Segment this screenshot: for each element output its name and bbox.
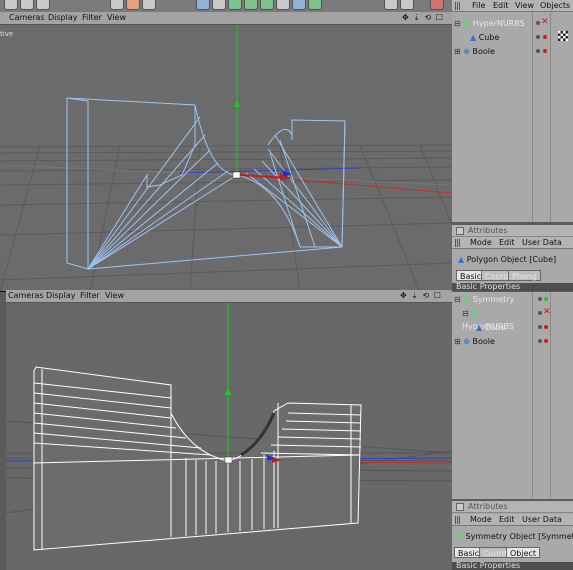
attributes-bottom: Attributes Mode Edit User Data Symmetry …: [452, 501, 573, 570]
section-header: Basic Properties: [452, 562, 573, 570]
checker-tag-icon[interactable]: [558, 31, 568, 41]
object-row-cube[interactable]: ▲ Cube: [470, 31, 532, 44]
boole-icon: ⊕: [463, 47, 470, 56]
editor-visibility-dot[interactable]: [536, 49, 540, 53]
object-row-boole[interactable]: ⊞ ⊕ Boole: [454, 45, 532, 58]
tab-object[interactable]: Object: [506, 547, 541, 558]
nurbs-icon[interactable]: [228, 0, 242, 10]
attributes-object-title: ▲ Polygon Object [Cube]: [458, 255, 557, 264]
texture-mode-icon[interactable]: [126, 0, 140, 10]
disabled-x-icon[interactable]: ✕: [543, 307, 551, 317]
viewport-bottom-menu: Cameras Display Filter View ✥ ⇣ ⟲ ☐: [6, 290, 452, 303]
render-icon[interactable]: [36, 0, 50, 10]
object-label: Boole: [472, 47, 495, 56]
viewport-nav-icons[interactable]: ✥ ⇣ ⟲ ☐: [402, 13, 444, 22]
editor-visibility-dot[interactable]: [538, 339, 542, 343]
render-region-icon[interactable]: [400, 0, 414, 10]
menu-view[interactable]: View: [515, 1, 534, 10]
attributes-header: Attributes: [452, 501, 573, 513]
polygon-object-icon: ▲: [476, 323, 483, 332]
viewport-top-menu: Cameras Display Filter View ✥ ⇣ ⟲ ☐: [0, 12, 452, 25]
menu-edit[interactable]: Edit: [493, 1, 509, 10]
viewport-top[interactable]: tive: [0, 25, 452, 292]
menu-user-data[interactable]: User Data: [522, 515, 562, 524]
spline-icon[interactable]: [212, 0, 226, 10]
object-label: Symmetry: [472, 295, 515, 304]
cube-icon[interactable]: [196, 0, 210, 10]
menu-objects[interactable]: Objects: [540, 1, 570, 10]
editor-visibility-dot[interactable]: [536, 21, 540, 25]
scene-icon[interactable]: [276, 0, 290, 10]
object-row-cube[interactable]: ▲ Cube: [476, 321, 532, 334]
attributes-object-title: Symmetry Object [Symmetry]: [456, 532, 573, 541]
point-mode-icon[interactable]: [142, 0, 156, 10]
viewport-bottom[interactable]: [6, 303, 452, 570]
object-label: Cube: [484, 323, 506, 332]
section-header: Basic Properties: [452, 283, 573, 291]
object-row-hypernurbs[interactable]: ⊟ HyperNURBS: [462, 307, 532, 331]
object-row-symmetry[interactable]: ⊟ Symmetry: [454, 293, 532, 306]
menu-cameras[interactable]: Cameras: [8, 291, 44, 300]
object-manager-top: File Edit View Objects ⊟ HyperNURBS ✕ ▲ …: [452, 0, 573, 222]
menu-view[interactable]: View: [107, 13, 126, 22]
cursor-icon[interactable]: [384, 0, 398, 10]
floor-grid: [0, 144, 452, 292]
editor-visibility-dot[interactable]: [538, 297, 542, 301]
object-row-hypernurbs[interactable]: ⊟ HyperNURBS: [454, 17, 532, 30]
symmetry-icon: [456, 533, 463, 540]
tab-phong[interactable]: Phong: [508, 270, 541, 281]
object-row-boole[interactable]: ⊞ ⊕ Boole: [454, 335, 532, 348]
menu-mode[interactable]: Mode: [470, 515, 492, 524]
nurbs-icon: [471, 310, 479, 317]
menu-filter[interactable]: Filter: [80, 291, 100, 300]
menu-cameras[interactable]: Cameras: [9, 13, 45, 22]
object-manager-bottom: ⊟ Symmetry ⊟ HyperNURBS ✕ ▲ Cube ⊞ ⊕ Boo…: [452, 292, 573, 499]
editor-visibility-dot[interactable]: [538, 325, 542, 329]
deformer-icon[interactable]: [260, 0, 274, 10]
menu-file[interactable]: File: [472, 1, 485, 10]
disabled-x-icon[interactable]: ✕: [541, 17, 549, 27]
object-manager-menu: File Edit View Objects: [452, 0, 573, 12]
attributes-title: Attributes: [468, 502, 508, 511]
nurbs-icon: [463, 20, 471, 27]
redo-icon[interactable]: [20, 0, 34, 10]
attributes-menu: Mode Edit User Data: [452, 237, 573, 249]
attributes-menu: Mode Edit User Data: [452, 514, 573, 526]
render-visibility-dot[interactable]: [543, 35, 547, 39]
render-visibility-dot[interactable]: [544, 339, 548, 343]
polygon-object-icon: ▲: [458, 255, 465, 264]
viewport-bottom-scene: [6, 303, 452, 551]
object-label: Cube: [478, 33, 500, 42]
attributes-title: Attributes: [468, 226, 508, 235]
menu-edit[interactable]: Edit: [499, 238, 515, 247]
viewport-top-scene: [0, 25, 452, 292]
render-visibility-dot[interactable]: [544, 325, 548, 329]
render-view-icon[interactable]: [430, 0, 444, 10]
render-visibility-dot[interactable]: [543, 49, 547, 53]
menu-user-data[interactable]: User Data: [522, 238, 562, 247]
menu-filter[interactable]: Filter: [82, 13, 102, 22]
menu-edit[interactable]: Edit: [499, 515, 515, 524]
enabled-check-dot[interactable]: [544, 297, 548, 301]
object-label: HyperNURBS: [472, 19, 525, 28]
editor-visibility-dot[interactable]: [536, 35, 540, 39]
attributes-top: Attributes Mode Edit User Data ▲ Polygon…: [452, 225, 573, 291]
camera-icon[interactable]: [292, 0, 306, 10]
editor-visibility-dot[interactable]: [538, 311, 542, 315]
menu-display[interactable]: Display: [46, 291, 76, 300]
menu-view[interactable]: View: [105, 291, 124, 300]
undo-icon[interactable]: [4, 0, 18, 10]
light-icon[interactable]: [308, 0, 322, 10]
model-mode-icon[interactable]: [110, 0, 124, 10]
object-label: Boole: [472, 337, 495, 346]
symmetry-icon: [463, 296, 471, 303]
boole-icon: ⊕: [463, 337, 470, 346]
menu-mode[interactable]: Mode: [470, 238, 492, 247]
viewport-nav-icons[interactable]: ✥ ⇣ ⟲ ☐: [400, 291, 442, 300]
array-icon[interactable]: [244, 0, 258, 10]
menu-display[interactable]: Display: [48, 13, 78, 22]
polygon-object-icon: ▲: [470, 33, 477, 42]
attributes-header: Attributes: [452, 225, 573, 237]
